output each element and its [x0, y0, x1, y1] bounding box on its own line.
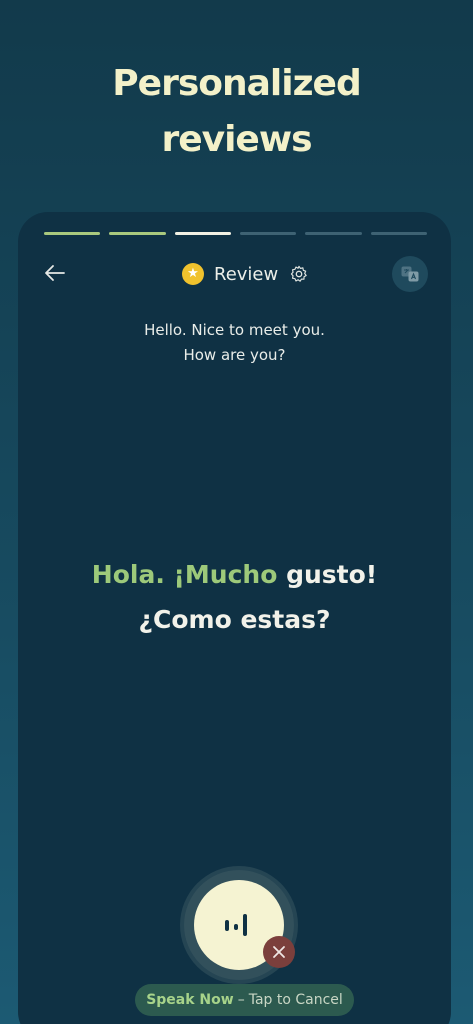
- progress-segment: [239, 232, 297, 235]
- page-title: Review: [214, 263, 279, 285]
- progress-segment: [305, 232, 362, 235]
- progress-segment: [370, 232, 427, 235]
- lesson-progress: [44, 232, 427, 236]
- answer-line-2: ¿Como estas?: [138, 605, 331, 634]
- prompt-line-1: Hello. Nice to meet you.: [144, 321, 325, 339]
- prompt-line-2: How are you?: [183, 346, 286, 364]
- headline-line-2: reviews: [161, 119, 312, 160]
- app-card: ★ Review Hello. Nice to meet you. How ar…: [18, 212, 451, 1024]
- arrow-left-icon: [45, 265, 65, 281]
- translate-button[interactable]: [392, 256, 428, 292]
- headline-line-1: Personalized: [112, 63, 361, 104]
- cancel-button[interactable]: [263, 936, 295, 968]
- translate-icon: [401, 266, 419, 282]
- answer-line-1: Hola. ¡Mucho gusto!: [18, 552, 451, 597]
- answer-pending-part: gusto!: [286, 560, 378, 589]
- top-nav: ★ Review: [18, 256, 451, 292]
- answer-spoken-part: Hola. ¡Mucho: [91, 560, 278, 589]
- tap-to-cancel-label: Tap to Cancel: [248, 992, 343, 1008]
- star-icon: ★: [182, 263, 204, 285]
- close-icon: [273, 946, 285, 958]
- audio-wave-icon: [225, 914, 247, 936]
- answer-text: Hola. ¡Mucho gusto! ¿Como estas?: [18, 552, 451, 642]
- gear-icon[interactable]: [290, 265, 308, 283]
- page-headline: Personalized reviews: [0, 56, 473, 168]
- speak-now-label: Speak Now: [146, 992, 234, 1008]
- speak-separator: –: [237, 992, 245, 1008]
- progress-segment: [44, 232, 101, 235]
- speak-status-pill[interactable]: Speak Now – Tap to Cancel: [135, 984, 354, 1016]
- progress-segment: [109, 232, 166, 235]
- progress-segment: [174, 232, 231, 235]
- review-title-group: ★ Review: [182, 261, 308, 287]
- back-button[interactable]: [44, 262, 68, 286]
- prompt-text: Hello. Nice to meet you. How are you?: [18, 318, 451, 368]
